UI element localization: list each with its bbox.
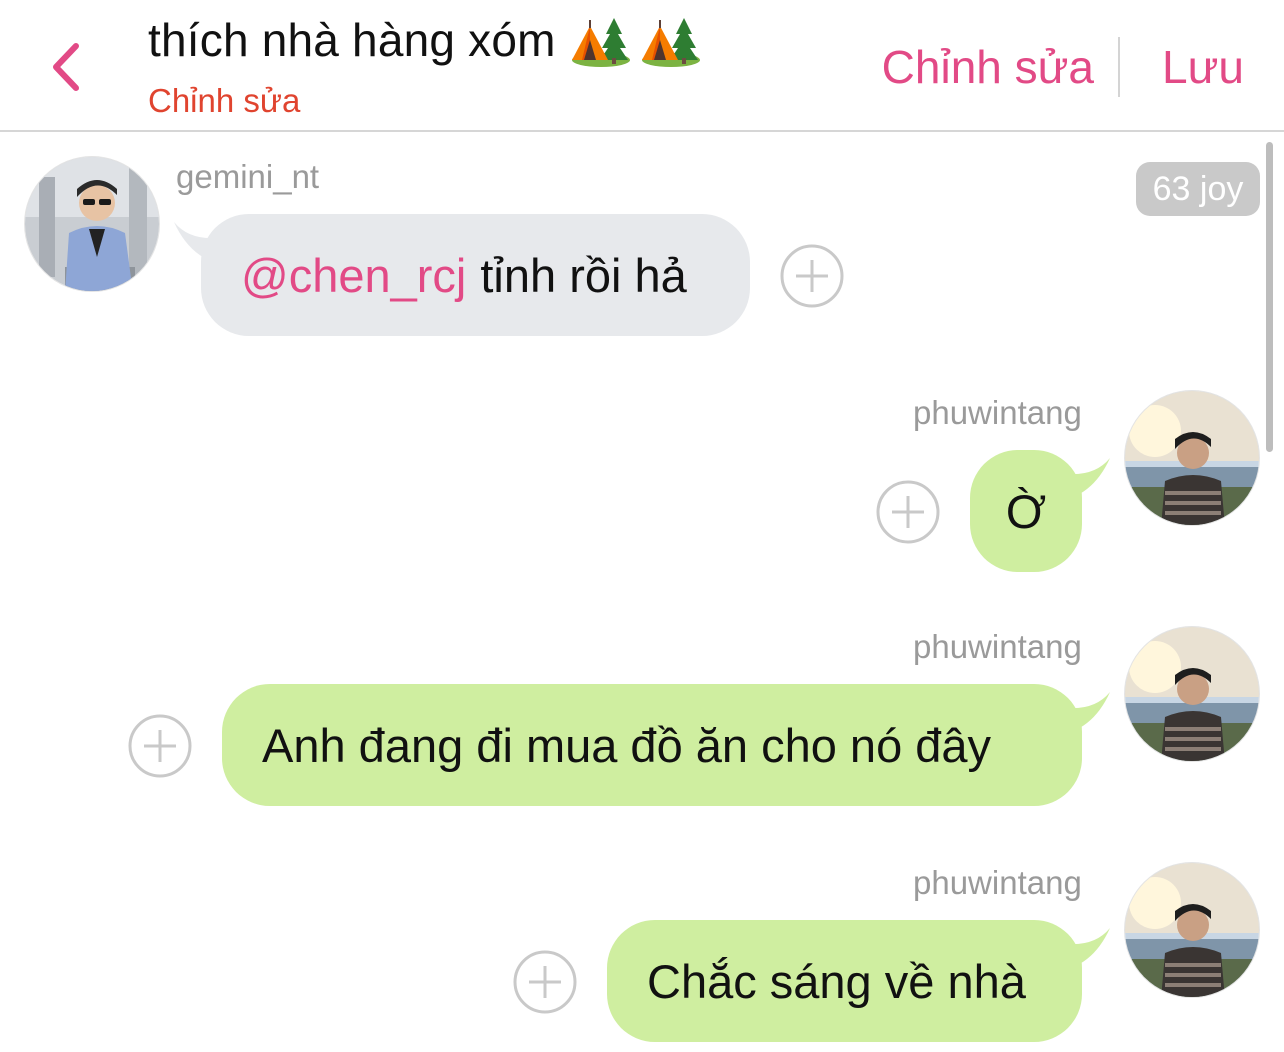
- message-bubble-outgoing[interactable]: Chắc sáng về nhà: [607, 920, 1082, 1042]
- avatar-gemini-nt[interactable]: [24, 156, 160, 292]
- header-actions: Chỉnh sửa Lưu: [882, 36, 1244, 98]
- message-text: Anh đang đi mua đồ ăn cho nó đây: [262, 718, 992, 772]
- sender-name: phuwintang: [913, 394, 1082, 431]
- mention-link[interactable]: @chen_rcj: [241, 248, 466, 303]
- avatar-photo: [25, 157, 159, 291]
- chevron-left-icon: [53, 43, 79, 91]
- sender-name: phuwintang: [913, 628, 1082, 665]
- avatar-photo: [1125, 627, 1259, 761]
- message-text: Chắc sáng về nhà: [647, 954, 1026, 1008]
- header-divider: [1118, 37, 1121, 97]
- avatar-phuwintang[interactable]: [1124, 390, 1260, 526]
- message-text: tỉnh rồi hả: [480, 248, 687, 302]
- edit-button[interactable]: Chỉnh sửa: [882, 40, 1094, 94]
- title-edit-link[interactable]: Chỉnh sửa: [148, 82, 702, 120]
- sender-name: gemini_nt: [176, 158, 320, 195]
- avatar-phuwintang[interactable]: [1124, 862, 1260, 998]
- tent-tree-icon: [641, 18, 700, 67]
- message-bubble-outgoing[interactable]: Anh đang đi mua đồ ăn cho nó đây: [222, 684, 1082, 806]
- message-list[interactable]: gemini_nt @chen_rcj tỉnh rồi hả 63 joy p…: [0, 134, 1284, 1052]
- avatar-photo: [1125, 863, 1259, 997]
- save-button[interactable]: Lưu: [1162, 40, 1244, 94]
- add-reaction-icon[interactable]: [780, 244, 844, 308]
- add-reaction-icon[interactable]: [128, 714, 192, 778]
- avatar-photo: [1125, 391, 1259, 525]
- scrollbar[interactable]: [1266, 142, 1273, 452]
- avatar-phuwintang[interactable]: [1124, 626, 1260, 762]
- add-reaction-icon[interactable]: [513, 950, 577, 1014]
- tent-tree-icon: [571, 18, 630, 67]
- title-block: thích nhà hàng xóm Chỉnh sửa: [148, 12, 702, 120]
- back-button[interactable]: [44, 40, 88, 94]
- chat-title: thích nhà hàng xóm: [148, 14, 556, 66]
- sender-name: phuwintang: [913, 864, 1082, 901]
- joy-badge[interactable]: 63 joy: [1136, 162, 1260, 216]
- message-text: Ờ: [1005, 484, 1047, 538]
- message-bubble-incoming[interactable]: @chen_rcj tỉnh rồi hả: [201, 214, 750, 336]
- add-reaction-icon[interactable]: [876, 480, 940, 544]
- chat-header: thích nhà hàng xóm Chỉnh sửa Chỉnh sửa L…: [0, 0, 1284, 132]
- message-bubble-outgoing[interactable]: Ờ: [970, 450, 1082, 572]
